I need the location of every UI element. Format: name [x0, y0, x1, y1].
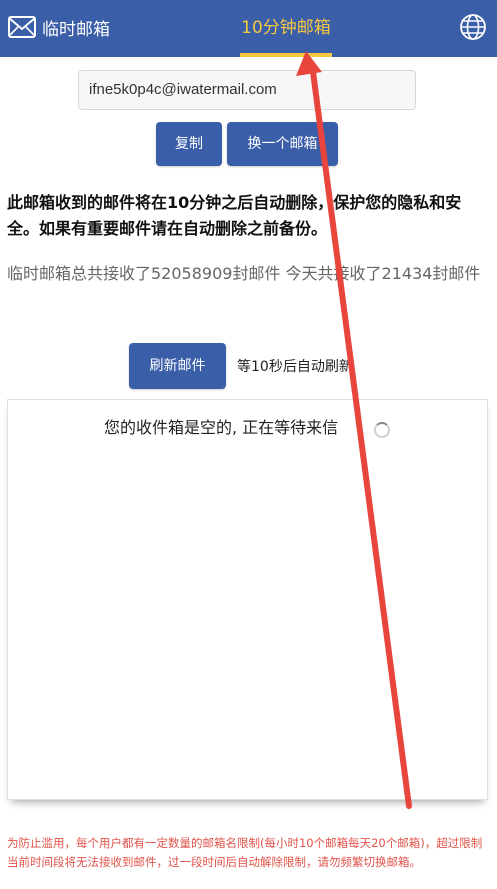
active-tab-underline — [240, 53, 332, 57]
refresh-button[interactable]: 刷新邮件 — [129, 343, 226, 389]
globe-icon[interactable] — [459, 13, 487, 41]
auto-refresh-text: 等10秒后自动刷新 — [237, 359, 353, 375]
change-mailbox-button[interactable]: 换一个邮箱 — [227, 122, 338, 166]
abuse-warning: 为防止滥用，每个用户都有一定数量的邮箱名限制(每小时10个邮箱每天20个邮箱)，… — [7, 836, 483, 869]
expiry-notice: 此邮箱收到的邮件将在10分钟之后自动删除，保护您的隐私和安全。如果有重要邮件请在… — [7, 193, 462, 238]
tab-10min-mail[interactable]: 10分钟邮箱 — [231, 0, 341, 57]
top-navbar: 临时邮箱 10分钟邮箱 — [0, 0, 497, 57]
inbox-panel: 您的收件箱是空的, 正在等待来信 — [7, 399, 488, 800]
brand-title: 临时邮箱 — [42, 19, 110, 40]
copy-button[interactable]: 复制 — [156, 122, 222, 166]
inbox-empty-message: 您的收件箱是空的, 正在等待来信 — [104, 418, 339, 437]
mail-stats: 临时邮箱总共接收了52058909封邮件 今天共接收了21434封邮件 — [7, 264, 481, 283]
email-address-field[interactable]: ifne5k0p4c@iwatermail.com — [78, 70, 416, 110]
tab-10min-mail-label: 10分钟邮箱 — [241, 18, 331, 38]
spinner-icon — [374, 422, 390, 438]
envelope-icon — [8, 16, 36, 38]
brand-link[interactable]: 临时邮箱 — [8, 11, 110, 43]
